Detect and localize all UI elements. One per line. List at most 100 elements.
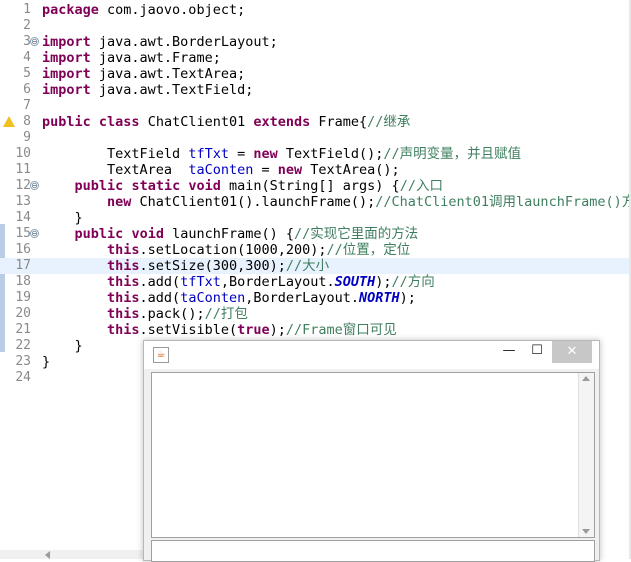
code-line[interactable]: 2 bbox=[0, 18, 631, 34]
horizontal-scrollbar[interactable] bbox=[0, 550, 143, 559]
scroll-left-arrow-icon[interactable] bbox=[45, 551, 50, 559]
code-line[interactable]: 1 package com.jaovo.object; bbox=[0, 2, 631, 18]
keyword-token: this bbox=[107, 290, 140, 306]
keyword-token: this bbox=[107, 306, 140, 322]
warning-icon[interactable] bbox=[3, 116, 15, 127]
maximize-button[interactable]: ☐ bbox=[524, 341, 550, 363]
code-token: ,BorderLayout. bbox=[220, 274, 335, 290]
code-line[interactable]: 10 TextField tfTxt = new TextField();//声… bbox=[0, 146, 631, 162]
code-token: } bbox=[42, 210, 83, 226]
code-token: com.jaovo.object; bbox=[98, 2, 246, 18]
field-token: tfTxt bbox=[180, 274, 221, 290]
code-line[interactable]: 18 this.add(tfTxt,BorderLayout.SOUTH);//… bbox=[0, 274, 631, 290]
line-number: 2 bbox=[23, 18, 31, 33]
code-token: ); bbox=[269, 322, 286, 338]
code-text[interactable]: import java.awt.Frame; bbox=[42, 50, 221, 66]
code-text[interactable]: } bbox=[42, 338, 83, 354]
close-button[interactable]: ✕ bbox=[552, 341, 592, 363]
code-line[interactable]: 21 this.setVisible(true);//Frame窗口可见 bbox=[0, 322, 631, 338]
keyword-token: package bbox=[42, 2, 99, 18]
line-number: 7 bbox=[23, 98, 31, 113]
comment-token: //ChatClient01调用launchFrame()方 bbox=[375, 194, 631, 210]
line-number: 3 bbox=[23, 34, 31, 49]
code-text[interactable]: public static void main(String[] args) {… bbox=[42, 178, 443, 194]
code-line[interactable]: 5 import java.awt.TextArea; bbox=[0, 66, 631, 82]
code-text[interactable]: public class ChatClient01 extends Frame{… bbox=[42, 114, 410, 130]
code-token: .pack(); bbox=[139, 306, 205, 322]
code-text[interactable]: this.add(taConten,BorderLayout.NORTH); bbox=[42, 290, 416, 306]
code-text[interactable]: import java.awt.TextArea; bbox=[42, 66, 245, 82]
code-text[interactable]: this.setSize(300,300);//大小 bbox=[42, 258, 329, 274]
fold-toggle-icon[interactable]: ⊖ bbox=[30, 37, 39, 46]
code-line[interactable]: 3 ⊖ import java.awt.BorderLayout; bbox=[0, 34, 631, 50]
line-number: 22 bbox=[15, 338, 31, 353]
code-line[interactable]: 7 bbox=[0, 98, 631, 114]
minimize-button[interactable]: — bbox=[496, 341, 522, 363]
code-token: = bbox=[253, 162, 278, 178]
code-text[interactable]: this.setVisible(true);//Frame窗口可见 bbox=[42, 322, 397, 338]
code-line[interactable]: 8 public class ChatClient01 extends Frame… bbox=[0, 114, 631, 130]
code-line[interactable]: 19 this.add(taConten,BorderLayout.NORTH)… bbox=[0, 290, 631, 306]
code-token: ); bbox=[375, 274, 392, 290]
code-line[interactable]: 4 import java.awt.Frame; bbox=[0, 50, 631, 66]
code-text[interactable]: import java.awt.BorderLayout; bbox=[42, 34, 278, 50]
code-text[interactable]: TextField tfTxt = new TextField();//声明变量… bbox=[42, 146, 521, 162]
code-text[interactable]: this.setLocation(1000,200);//位置，定位 bbox=[42, 242, 410, 258]
line-number: 6 bbox=[23, 82, 31, 97]
line-number: 12 bbox=[15, 178, 31, 193]
code-token: } bbox=[42, 354, 51, 370]
code-line[interactable]: 6 import java.awt.TextField; bbox=[0, 82, 631, 98]
keyword-token: void bbox=[131, 226, 164, 242]
comment-token: //大小 bbox=[285, 258, 330, 274]
code-line[interactable]: 11 TextArea taConten = new TextArea(); bbox=[0, 162, 631, 178]
keyword-token: new bbox=[107, 194, 132, 210]
fold-toggle-icon[interactable]: ⊖ bbox=[30, 229, 39, 238]
code-line[interactable]: 12 ⊖ public static void main(String[] arg… bbox=[0, 178, 631, 194]
code-text[interactable]: public void launchFrame() {//实现它里面的方法 bbox=[42, 226, 419, 242]
code-text[interactable]: package com.jaovo.object; bbox=[42, 2, 245, 18]
window-titlebar[interactable]: ☕ — ☐ ✕ bbox=[144, 341, 599, 369]
code-text[interactable]: this.pack();//打包 bbox=[42, 306, 248, 322]
code-text[interactable]: new ChatClient01().launchFrame();//ChatC… bbox=[42, 194, 631, 210]
comment-token: //入口 bbox=[399, 178, 443, 194]
code-text[interactable]: } bbox=[42, 354, 50, 370]
code-line[interactable]: 17 this.setSize(300,300);//大小 bbox=[0, 258, 631, 274]
code-text[interactable]: import java.awt.TextField; bbox=[42, 82, 253, 98]
line-number: 9 bbox=[23, 130, 31, 145]
field-token: taConten bbox=[180, 290, 246, 306]
code-line[interactable]: 14 } bbox=[0, 210, 631, 226]
fold-toggle-icon[interactable]: ⊖ bbox=[30, 181, 39, 190]
code-line[interactable]: 13 new ChatClient01().launchFrame();//Ch… bbox=[0, 194, 631, 210]
line-number: 19 bbox=[15, 290, 31, 305]
text-area-scrollbar[interactable] bbox=[578, 373, 594, 537]
chat-text-area[interactable] bbox=[151, 372, 595, 538]
code-text[interactable]: TextArea taConten = new TextArea(); bbox=[42, 162, 400, 178]
scroll-down-arrow-icon[interactable] bbox=[582, 529, 590, 534]
line-number: 14 bbox=[15, 210, 31, 225]
keyword-token: new bbox=[277, 162, 303, 178]
keyword-token: class bbox=[98, 114, 140, 130]
code-token: } bbox=[42, 338, 83, 354]
code-text[interactable]: } bbox=[42, 210, 83, 226]
comment-token: //声明变量，并且赋值 bbox=[383, 146, 522, 162]
code-line[interactable]: 16 this.setLocation(1000,200);//位置，定位 bbox=[0, 242, 631, 258]
code-text[interactable]: this.add(tfTxt,BorderLayout.SOUTH);//方向 bbox=[42, 274, 435, 290]
code-token: ChatClient01 bbox=[139, 114, 254, 130]
comment-token: //位置，定位 bbox=[326, 242, 411, 258]
code-line[interactable]: 20 this.pack();//打包 bbox=[0, 306, 631, 322]
code-line[interactable]: 15 ⊖ public void launchFrame() {//实现它里面的方… bbox=[0, 226, 631, 242]
field-token: tfTxt bbox=[188, 146, 229, 162]
frame-window[interactable]: ☕ — ☐ ✕ bbox=[143, 340, 600, 562]
scroll-up-arrow-icon[interactable] bbox=[582, 376, 590, 381]
keyword-token: this bbox=[107, 274, 140, 290]
code-line[interactable]: 9 bbox=[0, 130, 631, 146]
line-number: 16 bbox=[15, 242, 31, 257]
line-number: 10 bbox=[15, 146, 31, 161]
